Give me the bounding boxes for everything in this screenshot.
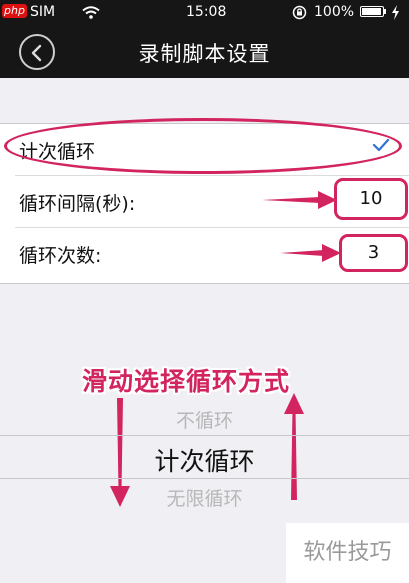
page-title: 录制脚本设置 xyxy=(138,42,271,66)
picker-option-no-loop[interactable]: 不循环 xyxy=(0,406,409,433)
annotation-text: 滑动选择循环方式 xyxy=(82,367,291,396)
count-value-box[interactable]: 3 xyxy=(339,234,408,272)
interval-label: 循环间隔(秒): xyxy=(19,193,136,215)
battery-percent: 100% xyxy=(314,4,355,20)
php-logo-badge: php xyxy=(2,4,27,18)
interval-value-box[interactable]: 10 xyxy=(334,178,408,220)
picker-selection-line-top xyxy=(0,435,409,436)
nav-bar: 录制脚本设置 xyxy=(0,26,409,78)
battery-cap xyxy=(384,9,386,14)
clock: 15:08 xyxy=(186,4,227,20)
picker-option-infinite-loop[interactable]: 无限循环 xyxy=(0,484,409,511)
picker-option-selected[interactable]: 计次循环 xyxy=(0,442,409,478)
carrier-label: SIM xyxy=(30,4,56,20)
battery-fill xyxy=(362,8,381,15)
battery-icon xyxy=(360,6,384,17)
rotation-lock-icon xyxy=(292,5,307,20)
arrow-to-interval-icon xyxy=(262,191,337,209)
watermark: 软件技巧 xyxy=(286,523,409,583)
picker-selection-line-bottom xyxy=(0,478,409,479)
status-bar: php SIM 15:08 100% xyxy=(0,0,409,26)
annotation-ellipse xyxy=(4,118,402,174)
charging-icon xyxy=(392,5,399,20)
count-label: 循环次数: xyxy=(19,245,102,267)
arrow-to-count-icon xyxy=(280,244,341,262)
wifi-icon xyxy=(82,6,100,19)
